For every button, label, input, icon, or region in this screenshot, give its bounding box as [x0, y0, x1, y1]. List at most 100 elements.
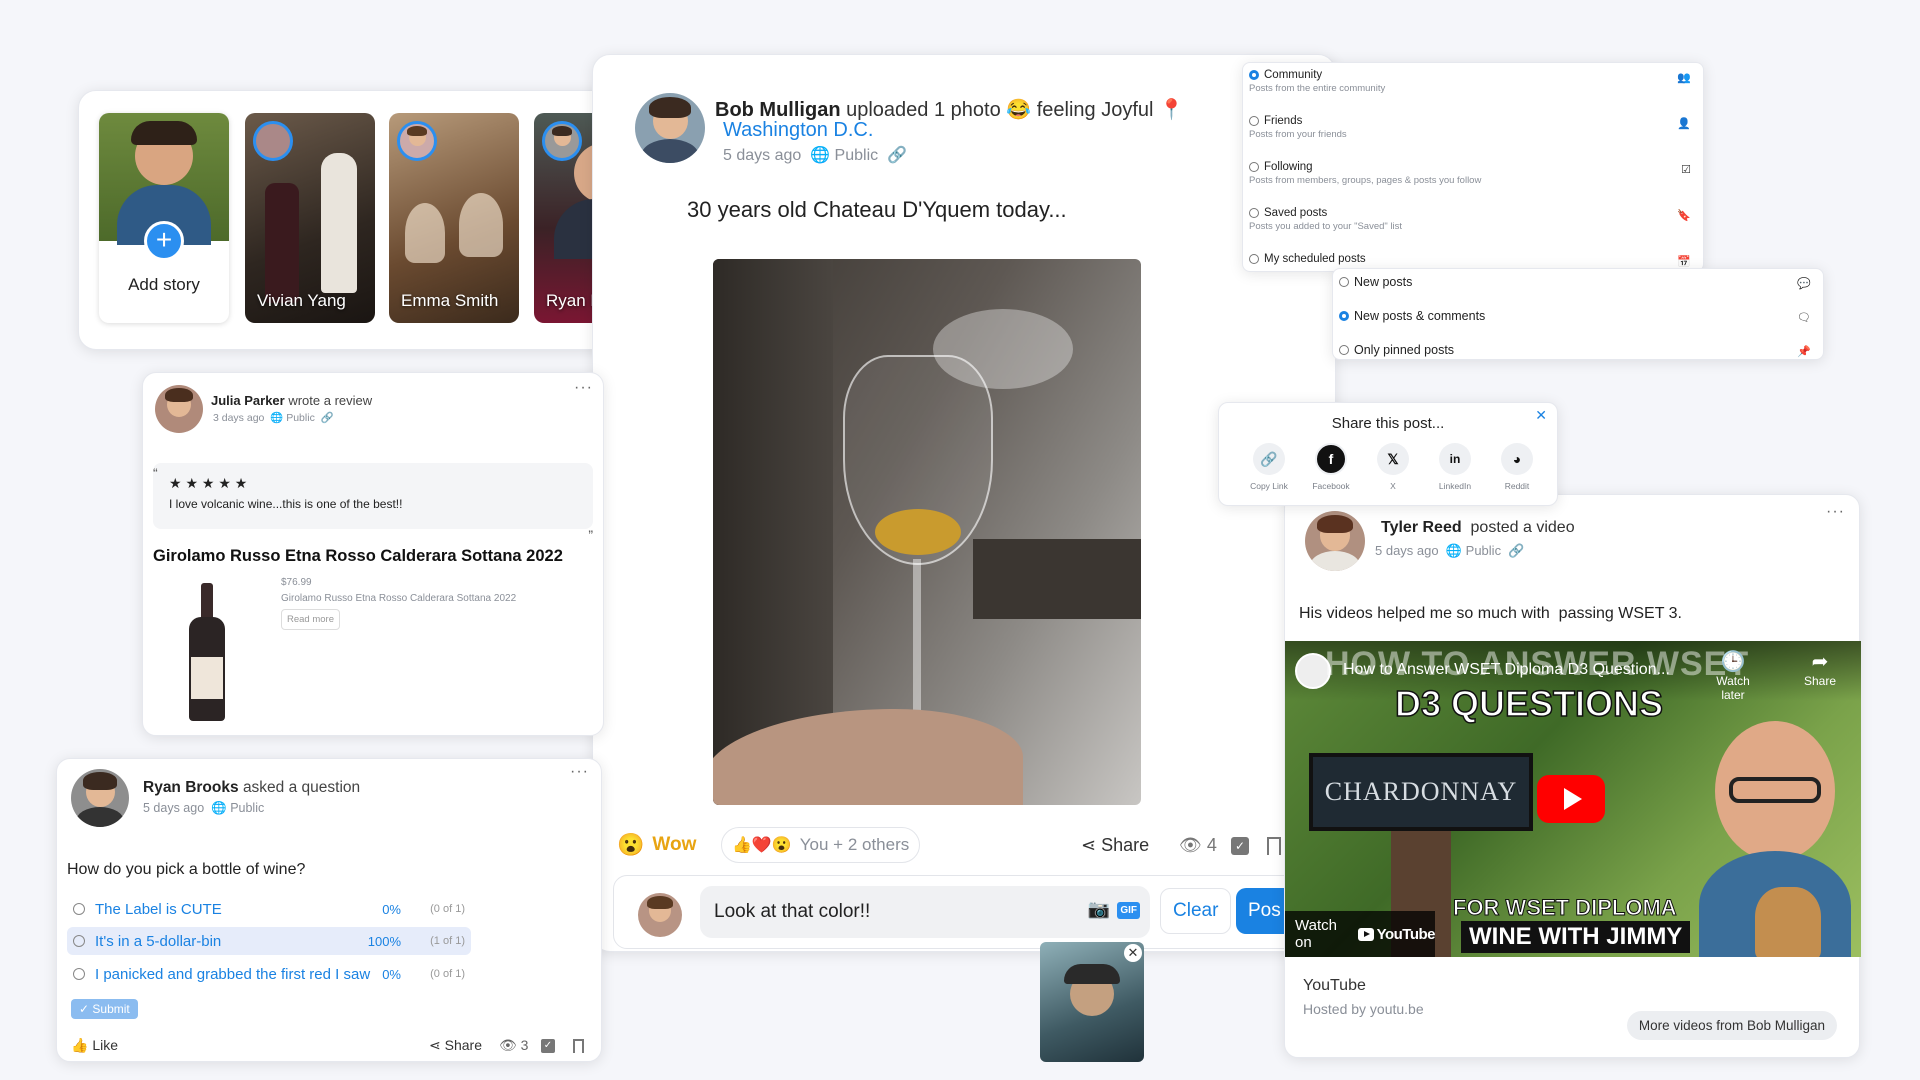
filter-item-friends[interactable]: Friends Posts from your friends 👤	[1249, 115, 1697, 140]
submit-button[interactable]: ✓ Submit	[71, 999, 138, 1019]
product-price: $76.99	[281, 577, 312, 588]
post-action: uploaded 1 photo 😂 feeling Joyful	[846, 99, 1154, 121]
author-name[interactable]: Ryan Brooks	[143, 779, 239, 796]
story-name: Vivian Yang	[257, 291, 346, 310]
sort-item-pinned[interactable]: Only pinned posts 📌	[1339, 343, 1817, 358]
radio-icon[interactable]	[1249, 254, 1259, 264]
filter-title: Friends	[1264, 115, 1303, 127]
filter-subtitle: Posts you added to your "Saved" list	[1249, 221, 1403, 232]
video-post-card: Tyler Reed posted a video 5 days ago 🌐 P…	[1284, 494, 1861, 1058]
sort-item-new-posts-comments[interactable]: New posts & comments 🗨	[1339, 309, 1817, 324]
story-emma-smith[interactable]: Emma Smith	[389, 113, 519, 323]
gif-preview[interactable]: ✕	[1040, 942, 1144, 1062]
product-title[interactable]: Girolamo Russo Etna Rosso Calderara Sott…	[153, 547, 563, 566]
avatar	[397, 121, 437, 161]
reaction-emojis-icon: 👍❤️😮	[732, 837, 792, 854]
post-meta: 3 days ago 🌐 Public 🔗	[213, 411, 334, 424]
share-option-label: X	[1390, 481, 1396, 491]
clear-button[interactable]: Clear	[1160, 888, 1232, 934]
avatar[interactable]	[71, 769, 129, 827]
gif-icon[interactable]: GIF	[1117, 902, 1140, 919]
radio-icon[interactable]	[1339, 277, 1349, 287]
more-options-icon[interactable]: ···	[570, 763, 589, 781]
review-quote-box: “ ★ ★ ★ ★ ★ I love volcanic wine...this …	[153, 463, 593, 543]
share-linkedin[interactable]: in LinkedIn	[1432, 443, 1478, 491]
radio-icon[interactable]	[73, 903, 85, 915]
video-share-button[interactable]: ➦ Share	[1795, 649, 1845, 688]
reaction-button[interactable]: 😮 Wow	[613, 827, 707, 863]
link-icon[interactable]: 🔗	[1508, 543, 1524, 558]
filter-item-scheduled[interactable]: My scheduled posts 📅	[1249, 253, 1697, 268]
author-name[interactable]: Tyler Reed	[1381, 519, 1462, 536]
more-videos-button[interactable]: More videos from Bob Mulligan	[1626, 1011, 1837, 1040]
reaction-bar: 😮 Wow 👍❤️😮 You + 2 others ⋖ Share 👁 4 ✓	[613, 827, 1333, 867]
share-facebook[interactable]: f Facebook	[1308, 443, 1354, 491]
read-more-button[interactable]: Read more	[281, 609, 340, 630]
radio-icon[interactable]	[1249, 70, 1259, 80]
thumb-footer-1: FOR WSET DIPLOMA	[1453, 895, 1678, 921]
play-button[interactable]	[1537, 775, 1605, 823]
thumbs-up-icon: 👍	[71, 1037, 89, 1053]
bookmark-icon[interactable]	[1267, 837, 1281, 855]
avatar[interactable]	[1305, 511, 1365, 571]
share-reddit[interactable]: ◕ Reddit	[1494, 443, 1540, 491]
share-label: Share	[1101, 835, 1150, 855]
story-vivian-yang[interactable]: Vivian Yang	[245, 113, 375, 323]
radio-icon[interactable]	[1249, 208, 1259, 218]
more-options-icon[interactable]: ···	[574, 379, 593, 397]
filter-item-community[interactable]: Community Posts from the entire communit…	[1249, 69, 1697, 94]
share-button[interactable]: ⋖ Share	[1081, 835, 1149, 856]
eye-icon: 👁	[499, 1037, 517, 1053]
filter-title: Following	[1264, 161, 1313, 173]
product-bottle-image[interactable]	[177, 583, 237, 723]
check-square-icon[interactable]: ✓	[541, 1039, 555, 1053]
radio-icon[interactable]	[1249, 162, 1259, 172]
bookmark-icon[interactable]	[573, 1039, 584, 1053]
poll-option[interactable]: The Label is CUTE 0% (0 of 1)	[67, 895, 471, 923]
linkedin-icon: in	[1439, 443, 1471, 475]
author-name[interactable]: Bob Mulligan	[715, 99, 841, 121]
radio-icon[interactable]	[73, 935, 85, 947]
radio-icon[interactable]	[1249, 116, 1259, 126]
filter-item-following[interactable]: Following Posts from members, groups, pa…	[1249, 161, 1697, 186]
link-icon[interactable]: 🔗	[321, 412, 334, 424]
share-button[interactable]: ⋖ Share	[429, 1037, 482, 1054]
check-square-icon[interactable]: ✓	[1231, 837, 1249, 855]
add-story-plus-icon[interactable]: +	[144, 221, 184, 261]
reaction-summary[interactable]: 👍❤️😮 You + 2 others	[721, 827, 921, 863]
poll-option[interactable]: I panicked and grabbed the first red I s…	[67, 960, 471, 988]
star-rating: ★ ★ ★ ★ ★	[169, 475, 248, 491]
filter-item-saved[interactable]: Saved posts Posts you added to your "Sav…	[1249, 207, 1697, 232]
product-name: Girolamo Russo Etna Rosso Calderara Sott…	[281, 593, 517, 604]
views-value: 3	[520, 1037, 529, 1053]
avatar[interactable]	[635, 93, 705, 163]
radio-icon[interactable]	[1339, 311, 1349, 321]
like-button[interactable]: 👍 Like	[71, 1037, 118, 1054]
sort-item-new-posts[interactable]: New posts 💬	[1339, 275, 1817, 290]
reaction-label: Wow	[652, 834, 697, 855]
close-icon[interactable]: ✕	[1535, 407, 1547, 424]
share-x[interactable]: 𝕏 X	[1370, 443, 1416, 491]
author-name[interactable]: Julia Parker	[211, 393, 285, 408]
poll-option[interactable]: It's in a 5-dollar-bin 100% (1 of 1)	[67, 927, 471, 955]
post-meta: 5 days ago 🌐 Public 🔗	[723, 145, 907, 165]
video-embed[interactable]: How to Answer WSET Diploma D3 Question..…	[1285, 641, 1861, 957]
comment-input[interactable]: Look at that color!! 📷 GIF	[700, 886, 1150, 938]
video-host: Hosted by youtu.be	[1303, 1001, 1424, 1017]
post-location[interactable]: Washington D.C.	[723, 119, 873, 142]
radio-icon[interactable]	[73, 968, 85, 980]
camera-icon[interactable]: 📷	[1088, 899, 1110, 920]
link-icon[interactable]: 🔗	[887, 147, 907, 164]
post-photo[interactable]	[713, 259, 1141, 805]
add-story-tile[interactable]: + Add story	[99, 113, 229, 323]
reddit-icon: ◕	[1501, 443, 1533, 475]
watch-on-youtube[interactable]: Watch on YouTube	[1285, 911, 1436, 957]
close-icon[interactable]: ✕	[1124, 944, 1142, 962]
avatar[interactable]	[155, 385, 203, 433]
avatar	[253, 121, 293, 161]
watch-later-button[interactable]: 🕒 Watch later	[1703, 649, 1763, 702]
thumb-sign: CHARDONNAY	[1309, 753, 1533, 831]
more-options-icon[interactable]: ···	[1826, 503, 1845, 521]
radio-icon[interactable]	[1339, 345, 1349, 355]
share-copy-link[interactable]: 🔗 Copy Link	[1246, 443, 1292, 491]
